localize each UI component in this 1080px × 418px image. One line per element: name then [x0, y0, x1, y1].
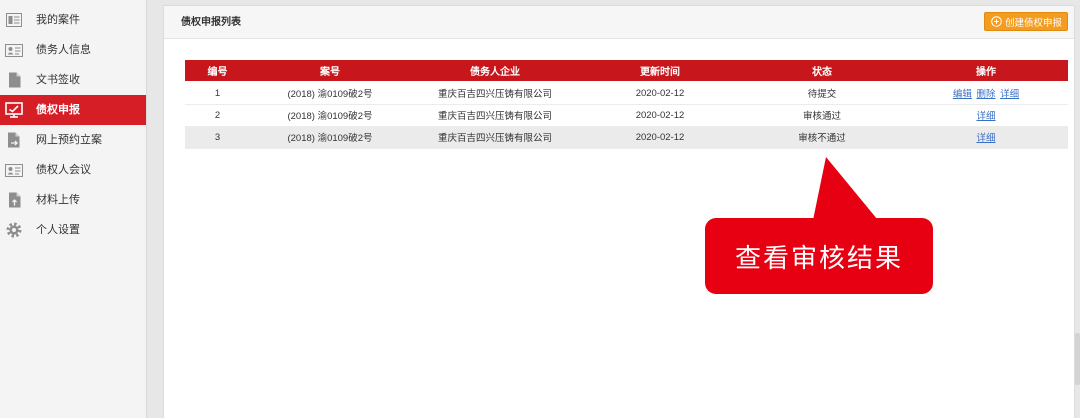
sidebar-item-label: 债务人信息 — [36, 44, 91, 56]
callout-annotation: 查看审核结果 — [705, 218, 933, 294]
table-row: 1 (2018) 渝0109破2号 重庆百吉四兴压铸有限公司 2020-02-1… — [185, 82, 1068, 105]
sidebar-item-label: 债权申报 — [36, 104, 80, 116]
sidebar-item-material-upload[interactable]: 材料上传 — [0, 185, 146, 215]
sidebar-item-claim-declaration[interactable]: 债权申报 — [0, 95, 146, 125]
column-header-actions: 操作 — [904, 60, 1068, 82]
cell-updated: 2020-02-12 — [580, 82, 740, 105]
cell-case-no: (2018) 渝0109破2号 — [250, 82, 410, 105]
column-header-case-no: 案号 — [250, 60, 410, 82]
cell-status: 待提交 — [740, 82, 904, 105]
cell-actions: 详细 — [904, 104, 1068, 127]
panel-header: 债权申报列表 创建债权申报 — [164, 6, 1074, 39]
sidebar-item-personal-settings[interactable]: 个人设置 — [0, 215, 146, 245]
cell-number: 1 — [185, 82, 250, 105]
sidebar-item-label: 债权人会议 — [36, 164, 91, 176]
cell-debtor: 重庆百吉四兴压铸有限公司 — [410, 82, 580, 105]
sidebar-item-online-filing-appointment[interactable]: 网上预约立案 — [0, 125, 146, 155]
sidebar-item-document-receipt[interactable]: 文书签收 — [0, 65, 146, 95]
create-claim-button-label: 创建债权申报 — [1004, 17, 1062, 29]
column-header-status: 状态 — [740, 60, 904, 82]
detail-link[interactable]: 详细 — [1000, 89, 1019, 100]
detail-link[interactable]: 详细 — [976, 111, 995, 122]
detail-link[interactable]: 详细 — [976, 133, 995, 144]
cell-number: 2 — [185, 104, 250, 127]
gear-icon — [4, 215, 24, 245]
cell-case-no: (2018) 渝0109破2号 — [250, 104, 410, 127]
sidebar-item-label: 材料上传 — [36, 194, 80, 206]
claims-table: 编号 案号 债务人企业 更新时间 状态 操作 1 (2018) 渝0109破2号… — [185, 60, 1068, 149]
list-box-icon — [4, 5, 24, 35]
sidebar-item-label: 我的案件 — [36, 14, 80, 26]
sidebar-item-my-cases[interactable]: 我的案件 — [0, 5, 146, 35]
table-row: 2 (2018) 渝0109破2号 重庆百吉四兴压铸有限公司 2020-02-1… — [185, 104, 1068, 127]
delete-link[interactable]: 删除 — [976, 89, 995, 100]
sidebar-item-debtor-info[interactable]: 债务人信息 — [0, 35, 146, 65]
page-title: 债权申报列表 — [181, 17, 241, 28]
document-arrow-icon — [4, 125, 24, 155]
monitor-icon — [4, 95, 24, 125]
sidebar: 我的案件 债务人信息 文书签收 债权申报 网上预约立案 债权人会议 材料上传 个… — [0, 0, 147, 418]
cell-debtor: 重庆百吉四兴压铸有限公司 — [410, 104, 580, 127]
main-panel: 债权申报列表 创建债权申报 编号 案号 债务人企业 更新时间 状态 操作 1 (… — [163, 5, 1075, 418]
table-header-row: 编号 案号 债务人企业 更新时间 状态 操作 — [185, 60, 1068, 82]
cell-updated: 2020-02-12 — [580, 126, 740, 149]
cell-updated: 2020-02-12 — [580, 104, 740, 127]
cell-status: 审核通过 — [740, 104, 904, 127]
id-card-icon — [4, 155, 24, 185]
scrollbar-thumb[interactable] — [1075, 333, 1080, 385]
cell-debtor: 重庆百吉四兴压铸有限公司 — [410, 126, 580, 149]
document-upload-icon — [4, 185, 24, 215]
sidebar-menu: 我的案件 债务人信息 文书签收 债权申报 网上预约立案 债权人会议 材料上传 个… — [0, 5, 146, 245]
edit-link[interactable]: 编辑 — [953, 89, 972, 100]
column-header-updated: 更新时间 — [580, 60, 740, 82]
table-row: 3 (2018) 渝0109破2号 重庆百吉四兴压铸有限公司 2020-02-1… — [185, 126, 1068, 149]
column-header-debtor: 债务人企业 — [410, 60, 580, 82]
sidebar-item-label: 文书签收 — [36, 74, 80, 86]
cell-number: 3 — [185, 126, 250, 149]
sidebar-item-label: 个人设置 — [36, 224, 80, 236]
cell-actions: 详细 — [904, 126, 1068, 149]
create-claim-button[interactable]: 创建债权申报 — [983, 12, 1068, 31]
cell-actions: 编辑 删除 详细 — [904, 82, 1068, 105]
column-header-number: 编号 — [185, 60, 250, 82]
cell-case-no: (2018) 渝0109破2号 — [250, 126, 410, 149]
sidebar-item-creditors-meeting[interactable]: 债权人会议 — [0, 155, 146, 185]
cell-status: 审核不通过 — [740, 126, 904, 149]
sidebar-item-label: 网上预约立案 — [36, 134, 102, 146]
id-card-icon — [4, 35, 24, 65]
plus-circle-icon — [991, 16, 1002, 27]
document-icon — [4, 65, 24, 95]
callout-text: 查看审核结果 — [734, 243, 903, 274]
